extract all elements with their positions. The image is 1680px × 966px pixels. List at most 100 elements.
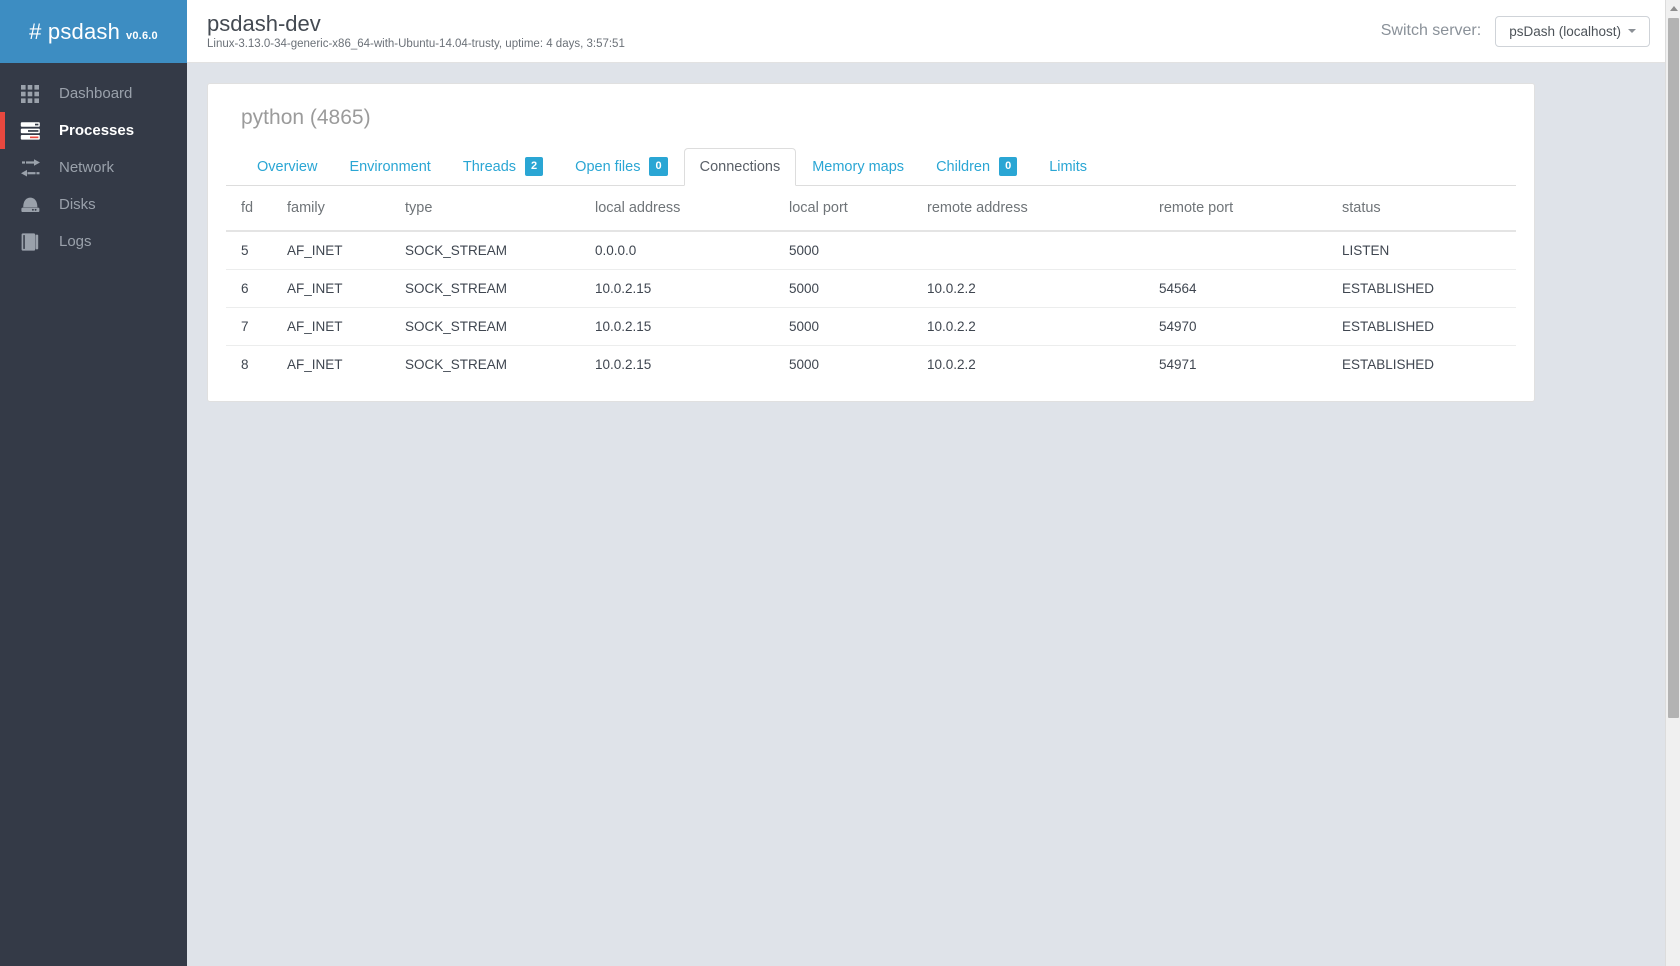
- sidebar-item-network[interactable]: Network: [0, 149, 187, 186]
- table-row: 6 AF_INET SOCK_STREAM 10.0.2.15 5000 10.0.2.2…: [226, 269, 1516, 308]
- table-cell-type: SOCK_STREAM: [390, 269, 580, 308]
- page-title: psdash-dev: [207, 10, 321, 36]
- page-scrollbar[interactable]: [1665, 0, 1680, 966]
- tab-connections[interactable]: Connections: [683, 148, 797, 186]
- table-cell-remote-address: 10.0.2.2: [912, 269, 1144, 308]
- sidebar-item-disks[interactable]: Disks: [0, 186, 187, 223]
- column-header-status: status: [1327, 186, 1516, 232]
- tab-badge: 0: [999, 157, 1018, 176]
- column-header-local-address: local address: [580, 186, 774, 232]
- table-cell-status: ESTABLISHED: [1327, 269, 1516, 308]
- column-header-fd: fd: [226, 186, 272, 232]
- tab-environment[interactable]: Environment: [333, 148, 446, 186]
- table-cell-local-port: 5000: [774, 269, 912, 308]
- scrollbar-up-arrow-icon[interactable]: [1666, 0, 1680, 16]
- table-cell-status: ESTABLISHED: [1327, 307, 1516, 346]
- table-cell-status: LISTEN: [1342, 243, 1390, 258]
- book-icon: [20, 232, 42, 252]
- tab-label: Limits: [1049, 159, 1088, 175]
- grid-icon: [20, 84, 42, 104]
- main-area: psdash-dev Linux-3.13.0-34-generic-x86_6…: [187, 0, 1680, 966]
- network-icon: [20, 158, 42, 178]
- table-cell-local-port: 5000: [774, 345, 912, 383]
- tab-label: Threads: [462, 158, 517, 175]
- connections-table: fd family type local address local port remot…: [226, 186, 1516, 383]
- table-cell-local-address: 10.0.2.15: [580, 345, 774, 383]
- table-cell-fd: 7: [226, 307, 272, 346]
- connections-table-body: 5 AF_INET SOCK_STREAM 0.0.0.0 5000 LISTEN 6 AF_…: [226, 231, 1516, 383]
- disk-icon: [20, 195, 42, 215]
- table-row: 8 AF_INET SOCK_STREAM 10.0.2.15 5000 10.0.2.2…: [226, 345, 1516, 383]
- brand-logo[interactable]: # psdash v0.6.0: [0, 0, 187, 63]
- chevron-down-icon: [1628, 29, 1636, 33]
- tab-label: Memory maps: [812, 159, 905, 175]
- tab-threads[interactable]: Threads 2: [447, 147, 559, 186]
- table-cell-remote-port: 54970: [1144, 307, 1327, 346]
- server-select-dropdown[interactable]: psDash (localhost): [1495, 15, 1650, 47]
- table-cell-type: SOCK_STREAM: [390, 307, 580, 346]
- table-cell-family: AF_INET: [272, 345, 390, 383]
- sidebar-item-label: Logs: [59, 233, 92, 250]
- content-area: python (4865) Overview Environment Threads…: [187, 63, 1680, 966]
- table-row: 5 AF_INET SOCK_STREAM 0.0.0.0 5000 LISTEN: [226, 231, 1516, 270]
- table-row: 7 AF_INET SOCK_STREAM 10.0.2.15 5000 10.0.2.2…: [226, 307, 1516, 346]
- table-cell-type: SOCK_STREAM: [405, 243, 508, 258]
- server-select-value: psDash (localhost): [1509, 23, 1621, 39]
- tab-children[interactable]: Children 0: [920, 147, 1033, 186]
- process-detail-panel: python (4865) Overview Environment Threads…: [207, 83, 1535, 402]
- host-subtitle: Linux-3.13.0-34-generic-x86_64-with-Ubun…: [207, 37, 625, 50]
- table-cell-local-port: 5000: [774, 307, 912, 346]
- table-cell-type: SOCK_STREAM: [390, 345, 580, 383]
- column-header-remote-address: remote address: [912, 186, 1144, 232]
- table-cell-fd: 5: [241, 243, 249, 258]
- table-cell-local-address: 10.0.2.15: [580, 269, 774, 308]
- top-bar: psdash-dev Linux-3.13.0-34-generic-x86_6…: [187, 0, 1680, 63]
- tab-open-files[interactable]: Open files 0: [559, 147, 683, 186]
- table-cell-remote-address: 10.0.2.2: [912, 307, 1144, 346]
- tab-limits[interactable]: Limits: [1033, 148, 1103, 186]
- table-cell-status: ESTABLISHED: [1327, 345, 1516, 383]
- column-header-local-port: local port: [774, 186, 912, 232]
- table-cell-family: AF_INET: [272, 269, 390, 308]
- column-header-remote-port: remote port: [1144, 186, 1327, 232]
- tab-memory-maps[interactable]: Memory maps: [796, 148, 920, 186]
- sidebar-item-dashboard[interactable]: Dashboard: [0, 75, 187, 112]
- sidebar-item-logs[interactable]: Logs: [0, 223, 187, 260]
- brand-version: v0.6.0: [126, 29, 158, 42]
- tab-label: Children: [936, 158, 991, 175]
- tab-overview[interactable]: Overview: [241, 148, 333, 186]
- tab-badge: 2: [525, 157, 544, 176]
- sidebar-item-label: Disks: [59, 196, 96, 213]
- table-cell-remote-port: [1144, 231, 1327, 270]
- sidebar-nav: Dashboard Processes Network Disks Logs: [0, 63, 187, 260]
- tab-label: Open files: [575, 158, 641, 175]
- sidebar-item-processes[interactable]: Processes: [0, 112, 187, 149]
- app-root: # psdash v0.6.0 Dashboard Processes Netw…: [0, 0, 1680, 966]
- server-icon: [20, 121, 42, 141]
- tab-label: Connections: [699, 159, 781, 175]
- server-switcher: Switch server: psDash (localhost): [1380, 15, 1650, 47]
- table-cell-fd: 8: [226, 345, 272, 383]
- table-cell-local-port: 5000: [789, 243, 820, 258]
- table-cell-remote-address: [912, 231, 1144, 270]
- table-header-row: fd family type local address local port remot…: [226, 186, 1516, 232]
- tab-label: Environment: [349, 159, 431, 175]
- process-tabs: Overview Environment Threads 2 Open files 0 Co…: [226, 146, 1516, 186]
- sidebar-item-label: Network: [59, 159, 115, 176]
- table-cell-fd: 6: [226, 269, 272, 308]
- process-title: python (4865): [241, 106, 371, 129]
- sidebar-item-label: Processes: [59, 122, 135, 139]
- sidebar: # psdash v0.6.0 Dashboard Processes Netw…: [0, 0, 187, 966]
- table-cell-local-address: 10.0.2.15: [580, 307, 774, 346]
- scrollbar-thumb[interactable]: [1668, 18, 1679, 718]
- column-header-type: type: [390, 186, 580, 232]
- switch-server-label: Switch server:: [1380, 22, 1482, 39]
- table-cell-remote-port: 54971: [1144, 345, 1327, 383]
- brand-name: # psdash: [29, 18, 121, 44]
- table-cell-local-address: 0.0.0.0: [595, 243, 637, 258]
- table-cell-remote-port: 54564: [1144, 269, 1327, 308]
- sidebar-item-label: Dashboard: [59, 85, 133, 102]
- tab-badge: 0: [649, 157, 668, 176]
- host-info: psdash-dev Linux-3.13.0-34-generic-x86_6…: [207, 11, 625, 52]
- table-cell-family: AF_INET: [272, 307, 390, 346]
